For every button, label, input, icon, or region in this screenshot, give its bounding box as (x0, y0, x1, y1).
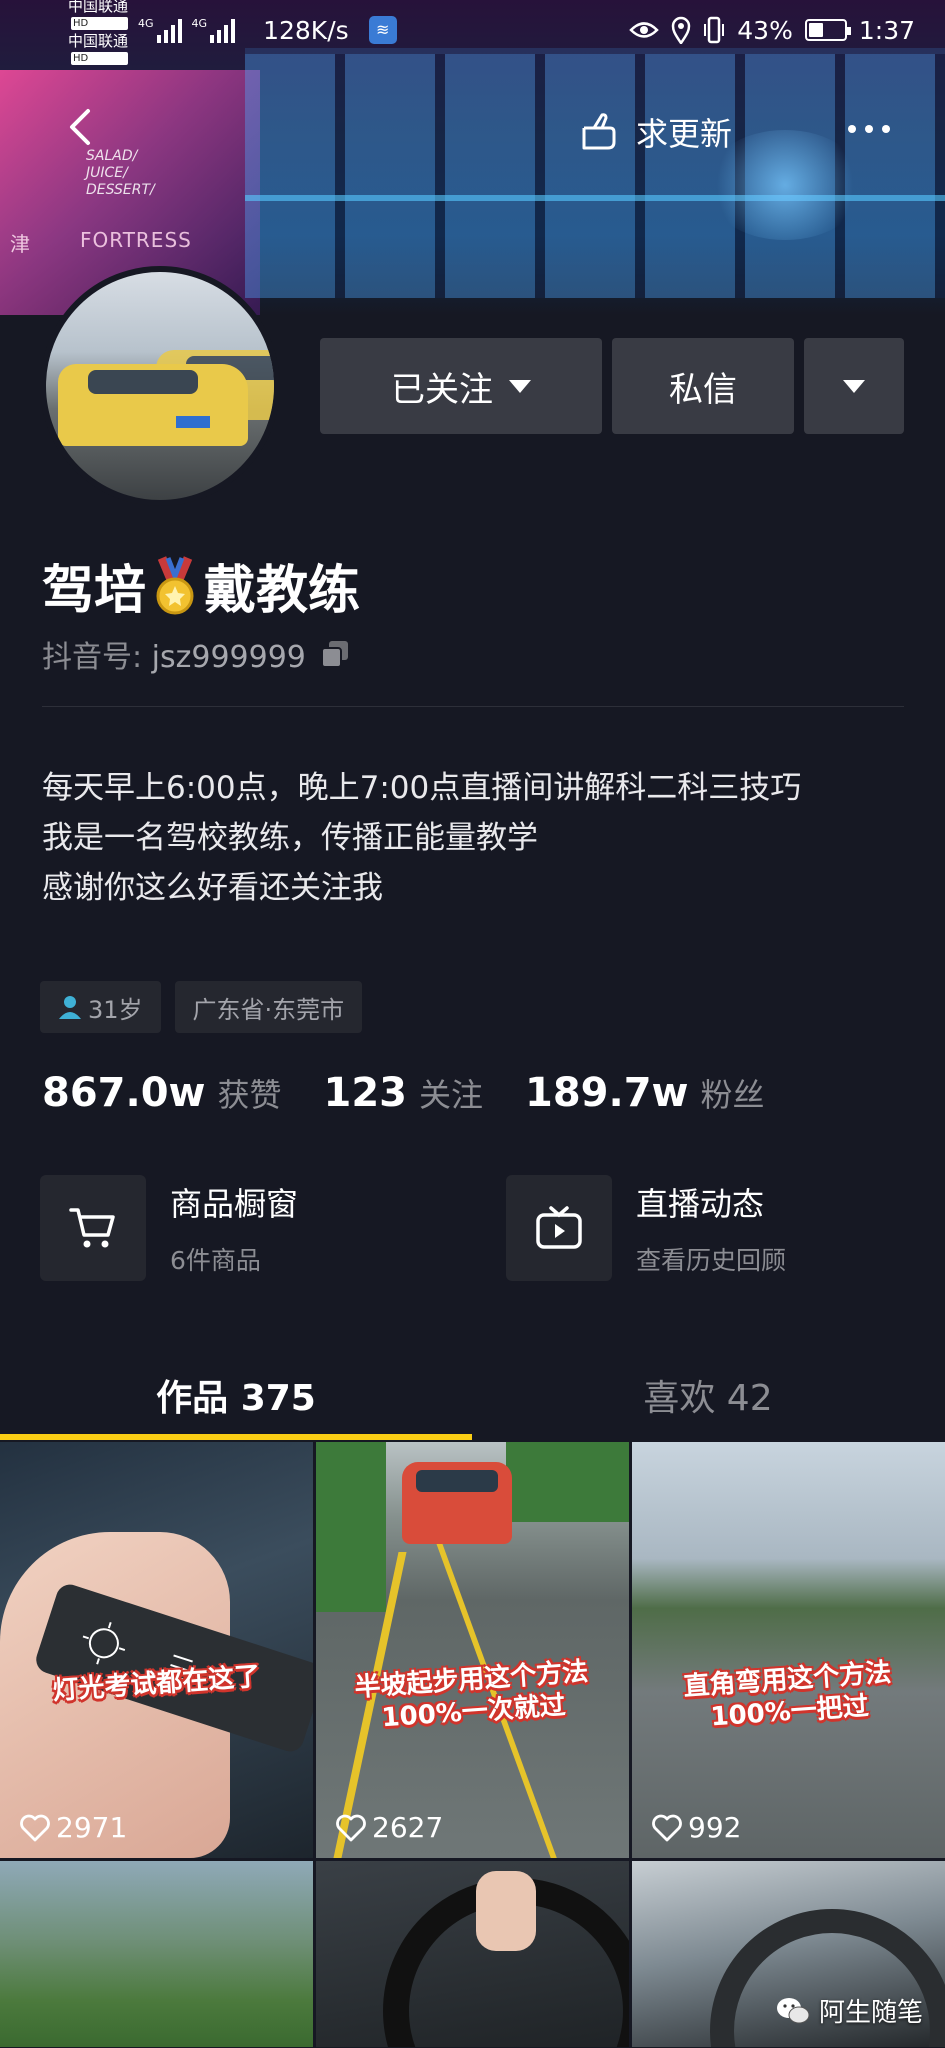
tv-icon (506, 1175, 612, 1281)
shop-window-count: 6件商品 (170, 1246, 261, 1275)
likes-stat[interactable]: 867.0w 获赞 (42, 1070, 282, 1116)
carrier-1: 中国联通 (68, 0, 129, 15)
hd-badge-1: HD (71, 17, 129, 30)
request-update-label: 求更新 (636, 115, 733, 153)
avatar[interactable] (40, 266, 280, 506)
watermark: 阿生随笔 (775, 1992, 923, 2029)
video-caption: 直角弯用这个方法 100%一把过 (682, 1657, 893, 1733)
message-label: 私信 (669, 369, 737, 410)
douyin-id-value: jsz999999 (151, 640, 306, 675)
bio-line-2: 我是一名驾校教练，传播正能量教学 (42, 820, 538, 856)
likes-count: 867.0w (42, 1070, 206, 1116)
douyin-id-label: 抖音号: (42, 640, 143, 675)
user-icon (59, 996, 81, 1019)
profile-stats: 867.0w 获赞 123 关注 189.7w 粉丝 (42, 1070, 807, 1116)
back-icon[interactable] (62, 107, 102, 147)
following-count: 123 (323, 1070, 408, 1116)
likes-label: 获赞 (217, 1076, 282, 1114)
fans-label: 粉丝 (700, 1076, 765, 1114)
fans-count: 189.7w (525, 1070, 689, 1116)
video-likes: 992 (652, 1811, 741, 1844)
video-tile[interactable]: 半坡起步用这个方法 100%一次就过 2627 (316, 1442, 629, 1858)
fans-stat[interactable]: 189.7w 粉丝 (525, 1070, 765, 1116)
live-card[interactable]: 直播动态 查看历史回顾 (506, 1175, 906, 1281)
content-tabs: 作品 375 喜欢 42 (0, 1352, 945, 1438)
cover-sign-fortress: FORTRESS (80, 228, 192, 252)
age-tag: 31岁 (40, 981, 161, 1033)
shopping-cart-icon (40, 1175, 146, 1281)
profile-name-part2: 戴教练 (204, 561, 361, 621)
clock: 1:37 (858, 15, 915, 45)
video-likes-count: 2971 (56, 1811, 128, 1844)
cover-sign-cn: 津 (10, 232, 30, 256)
signal-icon-2: 4G (192, 17, 236, 43)
profile-tags: 31岁 广东省·东莞市 (40, 981, 363, 1033)
video-tile[interactable] (0, 1861, 313, 2047)
heart-icon (20, 1814, 50, 1841)
followed-label: 已关注 (391, 369, 493, 410)
tab-works[interactable]: 作品 375 (0, 1352, 472, 1438)
following-stat[interactable]: 123 关注 (324, 1070, 484, 1116)
bio-line-3: 感谢你这么好看还关注我 (42, 870, 383, 906)
location-icon (672, 16, 691, 44)
video-grid: 灯光考试都在这了 2971 半坡起步用这个方法 100%一次就过 2627 直角… (0, 1442, 945, 2047)
eye-icon (629, 22, 660, 38)
profile-name: 驾培 戴教练 (42, 548, 360, 623)
steering-wheel-image (383, 1871, 629, 2047)
divider (42, 706, 904, 707)
network-type: 4G (138, 17, 154, 30)
video-likes: 2627 (336, 1811, 443, 1844)
nav-bar: 求更新 (0, 95, 945, 165)
carrier-info: 中国联通 HD 中国联通 HD (68, 0, 129, 65)
heart-icon (652, 1814, 682, 1841)
bio-line-1: 每天早上6:00点，晚上7:00点直播间讲解科二科三技巧 (42, 770, 802, 806)
battery-percent: 43% (737, 15, 793, 45)
feature-cards: 商品橱窗 6件商品 直播动态 查看历史回顾 (40, 1175, 906, 1281)
bio: 每天早上6:00点，晚上7:00点直播间讲解科二科三技巧 我是一名驾校教练，传播… (42, 763, 904, 913)
video-tile[interactable]: 灯光考试都在这了 2971 (0, 1442, 313, 1858)
profile-name-part1: 驾培 (42, 561, 147, 621)
following-label: 关注 (419, 1076, 484, 1114)
medal-icon (156, 555, 194, 614)
video-likes-count: 2627 (372, 1811, 444, 1844)
age-tag-label: 31岁 (88, 995, 143, 1024)
request-update-button[interactable]: 求更新 (580, 109, 732, 155)
live-title: 直播动态 (636, 1185, 765, 1223)
video-tile[interactable]: 阿生随笔 (632, 1861, 945, 2047)
carrier-2: 中国联通 (68, 32, 129, 50)
copy-icon[interactable] (320, 639, 350, 669)
hd-badge-2: HD (71, 52, 129, 65)
douyin-id: 抖音号: jsz999999 (42, 632, 350, 676)
chevron-down-icon (843, 379, 865, 393)
more-options-icon[interactable] (848, 125, 890, 133)
followed-button[interactable]: 已关注 (320, 338, 602, 434)
tab-indicator (0, 1434, 472, 1440)
watermark-text: 阿生随笔 (818, 1998, 923, 2028)
vibrate-icon (704, 16, 725, 44)
signal-icon: 4G (138, 17, 182, 43)
wechat-icon (776, 1997, 810, 2023)
app-notification-icon: ≋ (368, 16, 397, 44)
battery-icon (804, 19, 851, 41)
live-subtitle: 查看历史回顾 (636, 1246, 787, 1275)
heart-icon (336, 1814, 366, 1841)
location-tag: 广东省·东莞市 (174, 981, 363, 1033)
shop-window-title: 商品橱窗 (170, 1185, 299, 1223)
pointing-hand-icon (582, 113, 616, 150)
chevron-down-icon (509, 379, 531, 393)
message-button[interactable]: 私信 (612, 338, 794, 434)
network-type-2: 4G (191, 17, 208, 30)
location-tag-label: 广东省·东莞市 (192, 995, 345, 1024)
video-likes-count: 992 (688, 1811, 742, 1844)
video-caption: 半坡起步用这个方法 100%一次就过 (353, 1656, 590, 1734)
video-tile[interactable]: 直角弯用这个方法 100%一把过 992 (632, 1442, 945, 1858)
status-bar: 中国联通 HD 中国联通 HD 4G 4G 128K/s ≋ 43% 1:37 (0, 0, 945, 65)
tab-likes[interactable]: 喜欢 42 (472, 1352, 944, 1438)
video-likes: 2971 (20, 1811, 127, 1844)
network-speed: 128K/s (263, 15, 349, 45)
shop-window-card[interactable]: 商品橱窗 6件商品 (40, 1175, 440, 1281)
video-tile[interactable] (316, 1861, 629, 2047)
recommend-dropdown-button[interactable] (804, 338, 904, 434)
